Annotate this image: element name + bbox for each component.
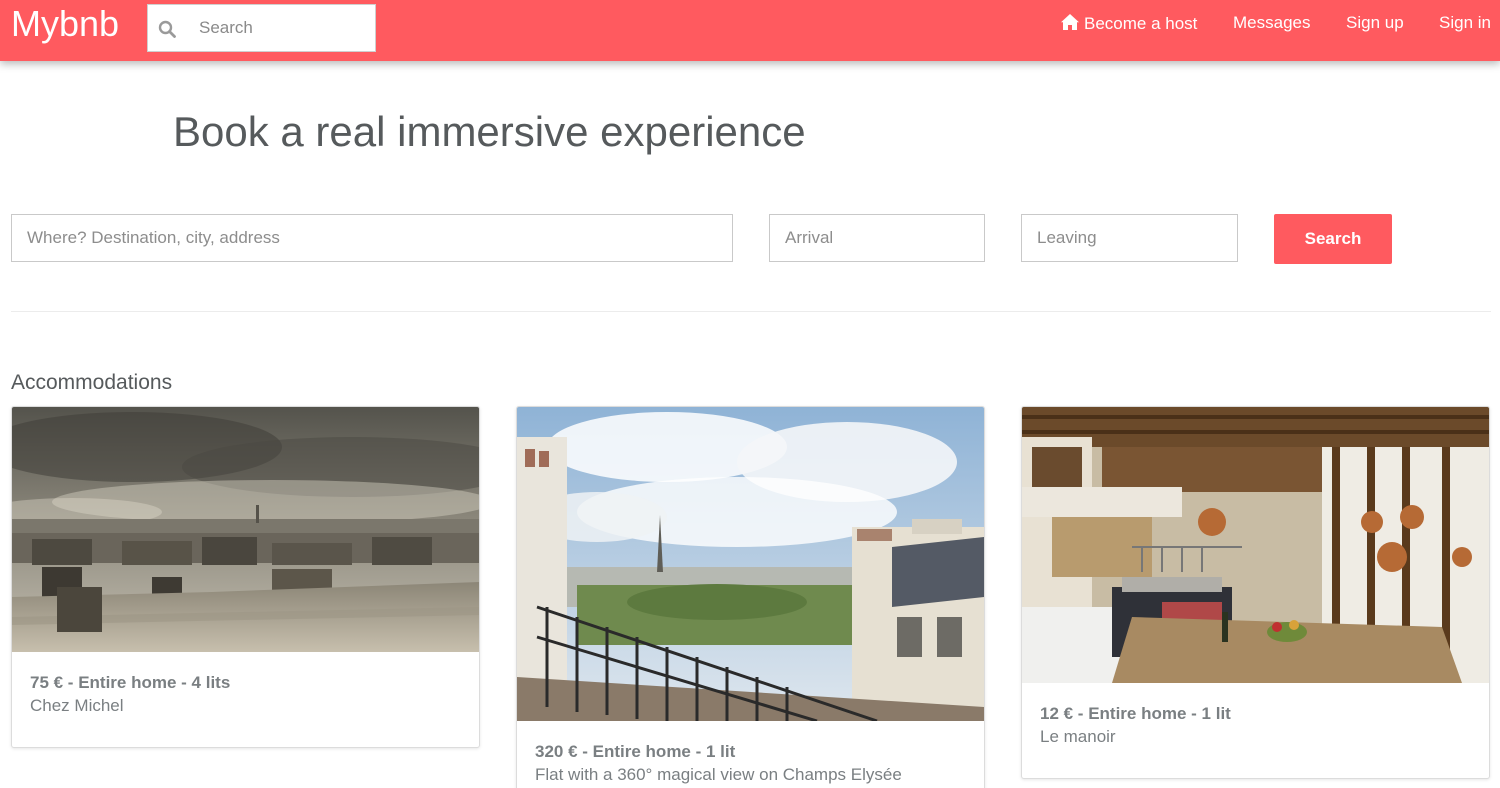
top-navbar: Mybnb Become a host Messages Sign up Sig… <box>0 0 1500 61</box>
hero-title: Book a real immersive experience <box>173 108 806 155</box>
search-icon <box>158 20 176 38</box>
destination-input[interactable] <box>11 214 733 262</box>
nav-become-host-link[interactable]: Become a host <box>1060 13 1197 34</box>
brand-logo[interactable]: Mybnb <box>11 4 119 44</box>
manor-kitchen-photo <box>1022 407 1489 683</box>
card-title: Flat with a 360° magical view on Champs … <box>535 765 902 784</box>
nav-become-host-label: Become a host <box>1084 14 1198 33</box>
nav-sign-up-link[interactable]: Sign up <box>1346 13 1404 33</box>
navbar-search-input[interactable] <box>188 5 373 51</box>
eiffel-balcony-photo <box>517 407 984 721</box>
nav-sign-in-link[interactable]: Sign in <box>1439 13 1491 33</box>
arrival-date-input[interactable] <box>769 214 985 262</box>
search-button[interactable]: Search <box>1274 214 1392 264</box>
card-title: Le manoir <box>1040 727 1116 746</box>
navbar-search-box[interactable] <box>147 4 376 52</box>
nav-messages-link[interactable]: Messages <box>1233 13 1310 33</box>
leaving-date-input[interactable] <box>1021 214 1238 262</box>
accommodation-card[interactable]: 320 € - Entire home - 1 lit Flat with a … <box>516 406 985 788</box>
accommodations-heading: Accommodations <box>11 371 173 394</box>
card-title: Chez Michel <box>30 696 124 715</box>
home-icon <box>1061 14 1079 30</box>
card-price-line: 75 € - Entire home - 4 lits <box>30 673 231 692</box>
section-divider <box>11 311 1491 312</box>
accommodation-card[interactable]: 75 € - Entire home - 4 lits Chez Michel <box>11 406 480 748</box>
card-price-line: 320 € - Entire home - 1 lit <box>535 742 736 761</box>
paris-rooftops-photo <box>12 407 479 652</box>
card-price-line: 12 € - Entire home - 1 lit <box>1040 704 1231 723</box>
accommodation-card[interactable]: 12 € - Entire home - 1 lit Le manoir <box>1021 406 1490 779</box>
